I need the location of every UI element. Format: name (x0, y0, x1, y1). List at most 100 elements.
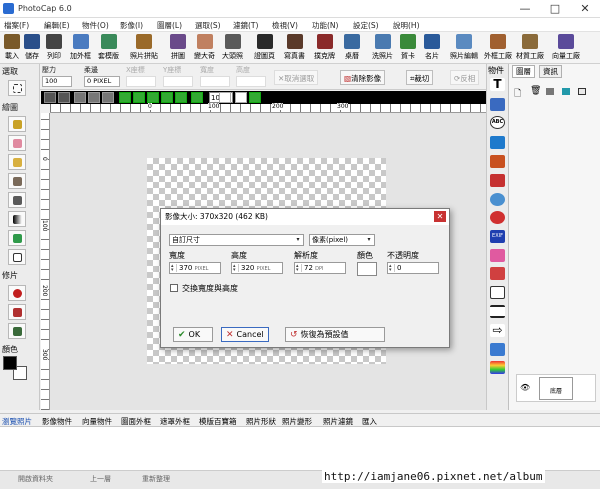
toolbar-button-0[interactable]: 載入 (4, 34, 20, 61)
menu-image[interactable]: 影像(I) (120, 20, 143, 31)
toolbar-button-18[interactable]: 材質工廠 (516, 34, 544, 61)
eraser-tool[interactable] (8, 135, 26, 151)
tab-info[interactable]: 資訊 (539, 65, 562, 78)
width-spinner[interactable]: ▴ ▾ 370 PIXEL (169, 262, 221, 274)
fit-canvas-icon[interactable] (249, 92, 261, 103)
cake-object-icon[interactable] (490, 249, 505, 262)
height-spinner[interactable]: ▴ ▾ 320 PIXEL (231, 262, 283, 274)
y-coord-field[interactable] (163, 76, 193, 87)
menu-help[interactable]: 說明(H) (393, 20, 420, 31)
toolbar-button-2[interactable]: 列印 (46, 34, 62, 61)
toolbar-button-7[interactable]: 變大奇 (194, 34, 215, 61)
toolbar-button-16[interactable]: 照片編輯 (450, 34, 478, 61)
frame-object-icon[interactable] (490, 155, 505, 168)
height-field[interactable] (236, 76, 266, 87)
flatten-icon[interactable] (578, 88, 586, 95)
bottom-tab-6[interactable]: 照片形狀 (246, 416, 276, 427)
toolbar-button-1[interactable]: 儲存 (24, 34, 40, 61)
color-picker-box[interactable] (357, 262, 377, 276)
toolbar-button-9[interactable]: 證圖頁 (254, 34, 275, 61)
bottom-tab-0[interactable]: 瀏覽照片 (2, 416, 32, 427)
bottom-tab-1[interactable]: 影像物件 (42, 416, 72, 427)
eyedropper-tool[interactable] (8, 230, 26, 246)
clock-object-icon[interactable] (490, 211, 505, 224)
unit-select[interactable]: 像素(pixel) ▾ (309, 234, 375, 246)
bottom-tab-8[interactable]: 照片濾鏡 (323, 416, 353, 427)
toolbar-button-14[interactable]: 賀卡 (400, 34, 416, 61)
retouch-brush-tool[interactable] (8, 304, 26, 320)
callout-object-icon[interactable] (490, 343, 505, 356)
merge-layer-icon[interactable] (562, 88, 570, 95)
toolbar-button-15[interactable]: 名片 (424, 34, 440, 61)
undo-icon[interactable] (44, 92, 56, 103)
zoom-out-icon[interactable] (133, 92, 145, 103)
preset-select[interactable]: 自訂尺寸 ▾ (169, 234, 304, 246)
trash-icon[interactable]: 🗑 (530, 86, 541, 96)
pointer-icon[interactable] (219, 92, 231, 103)
eye-icon[interactable]: 👁 (520, 383, 530, 392)
mask-object-icon[interactable] (490, 174, 505, 187)
zoom-actual-icon[interactable] (161, 92, 173, 103)
red-eye-tool[interactable] (8, 285, 26, 301)
menu-object[interactable]: 物件(O) (82, 20, 109, 31)
tab-layers[interactable]: 圖層 (512, 65, 535, 78)
toolbar-button-8[interactable]: 大頭照 (222, 34, 243, 61)
pressure-field[interactable]: 100 (42, 76, 72, 87)
close-window-button[interactable]: ✕ (570, 0, 600, 18)
redo-icon[interactable] (58, 92, 70, 103)
toolbar-button-17[interactable]: 外框工廠 (484, 34, 512, 61)
foreground-color-swatch[interactable] (3, 356, 17, 370)
exif-object-icon[interactable]: EXIF (490, 230, 505, 243)
abc-badge-icon[interactable]: ABC (490, 116, 505, 129)
cancel-button[interactable]: ✕ Cancel (221, 327, 269, 342)
zoom-in-icon[interactable] (119, 92, 131, 103)
x-coord-field[interactable] (126, 76, 156, 87)
menu-view[interactable]: 檢視(V) (272, 20, 298, 31)
zoom-percent-icon[interactable] (191, 92, 203, 103)
toolbar-button-3[interactable]: 加外框 (70, 34, 91, 61)
color-palette-icon[interactable] (490, 361, 505, 374)
arrow-shape-icon[interactable]: ⇨ (490, 324, 505, 337)
gradient-tool[interactable] (8, 211, 26, 227)
menu-select[interactable]: 選取(S) (195, 20, 221, 31)
image-object-icon[interactable] (490, 98, 505, 111)
paste-icon[interactable] (102, 92, 114, 103)
new-page-icon[interactable]: 🗋 (514, 86, 521, 102)
duplicate-layer-icon[interactable] (546, 88, 554, 95)
copy-icon[interactable] (88, 92, 100, 103)
resolution-spinner[interactable]: ▴ ▾ 72 DPI (294, 262, 346, 274)
invert-button[interactable]: ⟳反相 (450, 70, 480, 85)
line-arrows-icon[interactable] (490, 305, 505, 318)
refresh-button[interactable]: 重新整理 (142, 474, 170, 484)
menu-edit[interactable]: 編輯(E) (44, 20, 70, 31)
menu-settings[interactable]: 設定(S) (353, 20, 379, 31)
feather-field[interactable]: 0 PIXEL (84, 76, 120, 87)
bottom-tab-2[interactable]: 向量物件 (82, 416, 112, 427)
toolbar-button-19[interactable]: 向量工廠 (552, 34, 580, 61)
menu-file[interactable]: 檔案(F) (4, 20, 29, 31)
cancel-selection-button[interactable]: ✕取消選取 (274, 70, 319, 85)
zoom-window-icon[interactable] (175, 92, 187, 103)
toolbar-button-6[interactable]: 拼圖 (170, 34, 186, 61)
toolbar-button-4[interactable]: 套模版 (98, 34, 119, 61)
width-field[interactable] (200, 76, 230, 87)
text-tool-icon[interactable]: T (490, 78, 505, 91)
ok-button[interactable]: ✔ OK (173, 327, 213, 342)
speech-bubble-icon[interactable] (490, 286, 505, 299)
stamp-tool[interactable] (8, 173, 26, 189)
magnify-object-icon[interactable] (490, 193, 505, 206)
brush-tool[interactable] (8, 116, 26, 132)
maximize-button[interactable]: □ (540, 0, 570, 18)
reset-defaults-button[interactable]: ↺ 恢復為預設值 (285, 327, 385, 342)
photo-object-icon[interactable] (490, 136, 505, 149)
toolbar-button-5[interactable]: 照片拼貼 (130, 34, 158, 61)
clear-image-button[interactable]: ▧清除影像 (340, 70, 386, 85)
pencil-tool[interactable] (8, 154, 26, 170)
open-folder-button[interactable]: 開啟資料夾 (18, 474, 53, 484)
hand-icon[interactable] (235, 92, 247, 103)
zoom-fit-icon[interactable] (147, 92, 159, 103)
toolbar-button-13[interactable]: 洗照片 (372, 34, 393, 61)
up-folder-button[interactable]: 上一層 (90, 474, 111, 484)
calendar-object-icon[interactable] (490, 267, 505, 280)
bottom-tab-7[interactable]: 照片變形 (282, 416, 312, 427)
